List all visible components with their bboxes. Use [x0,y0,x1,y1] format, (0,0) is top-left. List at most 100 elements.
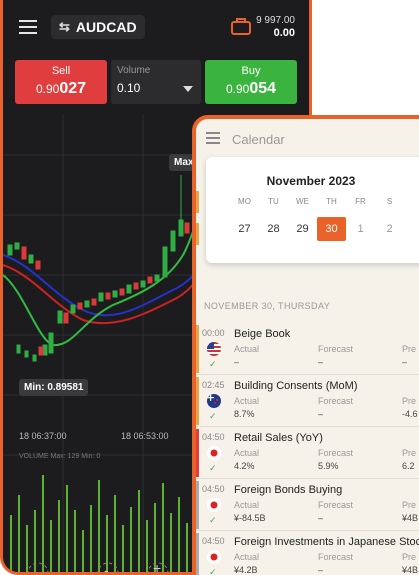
forecast-label: Forecast [318,448,354,458]
calendar-topbar: Calendar [196,119,419,159]
actual-value: ¥4.2B [234,565,258,575]
previous-value: 6.2 [402,461,415,471]
previous-value: ¥4B [402,565,419,575]
importance-bar [196,429,199,477]
weekday: FR [355,197,366,206]
actual-value: 4.2% [234,461,255,471]
forecast-label: Forecast [318,500,354,510]
check-icon: ✓ [209,463,217,473]
sell-button[interactable]: Sell 0.90027 [15,60,107,104]
event-name: Building Consents (MoM) [234,380,358,392]
day-cell-selected[interactable]: 30 [317,217,346,241]
event-name: Foreign Bonds Buying [234,484,343,496]
volume-caption: VOLUME Max: 129 Min: 0 [19,453,101,460]
picker-month: November 2023 [266,174,356,188]
actual-value: 8.7% [234,409,255,419]
swap-icon: ⇆ [59,19,70,34]
event-list: 00:00 ✓ Beige Book Actual – Forecast – P… [196,323,419,575]
event-time: 04:50 [202,432,225,442]
calendar-phone: Calendar November 2023 MO TU WE TH FR S … [192,115,419,575]
wallet-icon[interactable] [231,17,251,35]
previous-label: Pre [402,344,417,354]
weekday: TH [326,197,337,206]
previous-value: -4.6 [402,409,418,419]
menu-icon[interactable] [206,131,220,147]
previous-label: Pre [402,448,417,458]
buy-price: 0.90054 [225,80,277,97]
forecast-value: – [318,357,324,367]
event-row[interactable]: 00:00 ✓ Beige Book Actual – Forecast – P… [196,323,419,375]
forecast-label: Forecast [318,552,354,562]
nz-flag-icon [207,394,221,408]
time-label-1: 18 06:37:00 [19,431,67,441]
event-time: 02:45 [202,380,225,390]
event-time: 00:00 [202,328,225,338]
event-row[interactable]: 04:50 ✓ Foreign Bonds Buying Actual ¥-84… [196,479,419,531]
pair-selector[interactable]: ⇆ AUDCAD [51,15,145,39]
pair-label: AUDCAD [75,19,137,35]
event-name: Retail Sales (YoY) [234,432,323,444]
event-values: Actual 4.2% Forecast 5.9% Pre 6.2 [234,448,419,471]
event-values: Actual – Forecast – Pre – [234,344,419,367]
importance-bar [196,533,199,575]
day-cell[interactable]: 2 [375,217,404,241]
importance-bar [196,325,199,373]
previous-label: Pre [402,500,417,510]
zoom-out-button[interactable]: - [104,562,109,572]
menu-icon[interactable] [19,20,37,34]
check-icon: ✓ [209,515,217,525]
date-header: NOVEMBER 30, THURSDAY [204,301,331,311]
event-row[interactable]: 04:50 ✓ Retail Sales (YoY) Actual 4.2% F… [196,427,419,479]
event-row[interactable]: 02:45 ✓ Building Consents (MoM) Actual 8… [196,375,419,427]
importance-bar [196,377,199,425]
account-balance: 9 997.00 0.00 [256,14,295,40]
accent-bar [196,191,199,213]
actual-label: Actual [234,396,260,406]
check-icon: ✓ [209,359,217,369]
check-icon: ✓ [209,567,217,575]
calendar-title: Calendar [232,131,285,147]
weekday: WE [296,197,309,206]
jp-flag-icon [207,446,221,460]
previous-label: Pre [402,396,417,406]
importance-bar [196,481,199,529]
jp-flag-icon [207,550,221,564]
weekday-row: MO TU WE TH FR S [230,197,404,206]
volume-label: Volume [117,65,151,76]
event-row[interactable]: 04:50 ✓ Foreign Investments in Japanese … [196,531,419,575]
trade-controls: Sell 0.90027 Volume 0.10 Buy 0.90054 [15,60,301,104]
actual-label: Actual [234,552,260,562]
day-cell[interactable]: 27 [230,217,259,241]
buy-button[interactable]: Buy 0.90054 [205,60,297,104]
event-name: Foreign Investments in Japanese Stocks [234,536,419,548]
weekday: TU [268,197,279,206]
day-row: 27 28 29 30 1 2 [230,217,404,241]
forecast-label: Forecast [318,396,354,406]
weekday: MO [238,197,251,206]
jp-flag-icon [207,498,221,512]
day-cell[interactable]: 29 [288,217,317,241]
actual-label: Actual [234,500,260,510]
check-icon: ✓ [209,411,217,421]
zoom-in-button[interactable]: + [153,560,161,572]
actual-label: Actual [234,448,260,458]
us-flag-icon [207,342,221,356]
day-cell[interactable]: 28 [259,217,288,241]
buy-label: Buy [241,65,261,77]
sell-price: 0.90027 [35,80,87,97]
chevron-down-icon [183,86,193,92]
trading-topbar: ⇆ AUDCAD 9 997.00 0.00 [3,0,309,52]
event-values: Actual ¥-84.5B Forecast – Pre ¥4B [234,500,419,523]
event-values: Actual ¥4.2B Forecast – Pre ¥4B [234,552,419,575]
actual-value: ¥-84.5B [234,513,266,523]
balance-margin: 0.00 [273,27,295,39]
time-label-2: 18 06:53:00 [121,431,169,441]
date-picker: November 2023 MO TU WE TH FR S 27 28 29 … [206,157,419,263]
day-cell[interactable]: 1 [346,217,375,241]
volume-select[interactable]: Volume 0.10 [111,60,201,104]
event-name: Beige Book [234,328,291,340]
forecast-label: Forecast [318,344,354,354]
actual-value: – [234,357,240,367]
weekday: S [386,197,393,206]
previous-value: ¥4B [402,513,419,523]
